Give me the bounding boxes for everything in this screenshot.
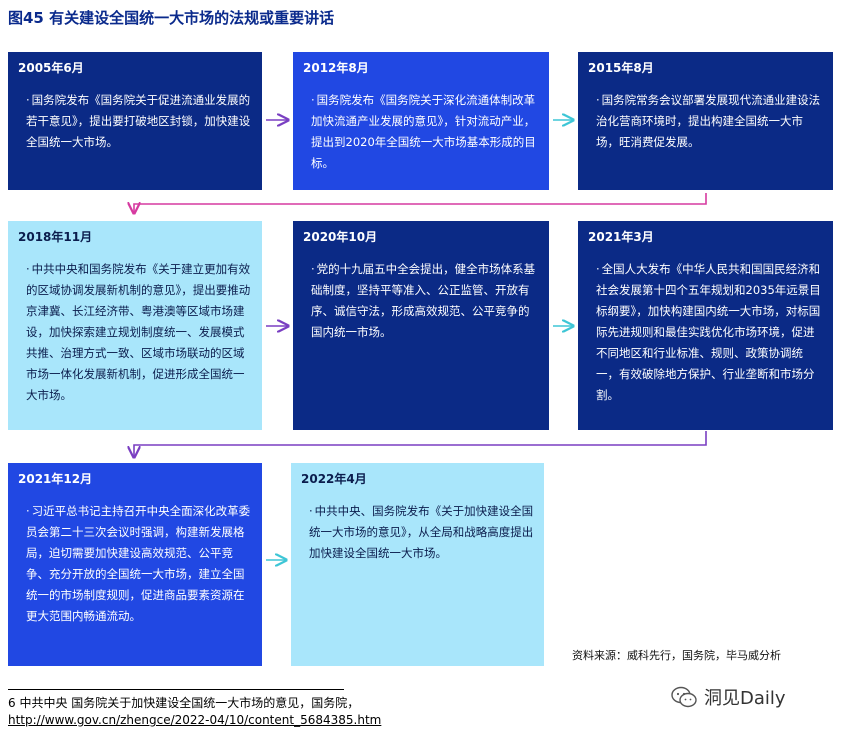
footnote-text: 6 中共中央 国务院关于加快建设全国统一大市场的意见，国务院，	[8, 696, 360, 710]
event-description: 中共中央和国务院发布《关于建立更加有效的区域协调发展新机制的意见》，提出要推动京…	[18, 259, 252, 406]
event-2021-03: 2021年3月 全国人大发布《中华人民共和国国民经济和社会发展第十四个五年规划和…	[578, 221, 833, 430]
event-2021-12: 2021年12月 习近平总书记主持召开中央全面深化改革委员会第二十三次会议时强调…	[8, 463, 262, 666]
event-date: 2021年12月	[18, 472, 93, 486]
watermark: 洞见Daily	[670, 684, 786, 710]
arrow-6-to-7	[134, 431, 707, 457]
event-date: 2005年6月	[18, 61, 84, 75]
event-date: 2012年8月	[303, 61, 369, 75]
footnote: 6 中共中央 国务院关于加快建设全国统一大市场的意见，国务院， http://w…	[8, 695, 468, 729]
event-2005-06: 2005年6月 国务院发布《国务院关于促进流通业发展的若干意见》，提出要打破地区…	[8, 52, 262, 190]
event-date: 2018年11月	[18, 230, 93, 244]
event-description: 国务院发布《国务院关于深化流通体制改革加快流通产业发展的意见》，针对流动产业，提…	[303, 90, 539, 174]
event-2018-11: 2018年11月 中共中央和国务院发布《关于建立更加有效的区域协调发展新机制的意…	[8, 221, 262, 430]
event-2012-08: 2012年8月 国务院发布《国务院关于深化流通体制改革加快流通产业发展的意见》，…	[293, 52, 549, 190]
event-2020-10: 2020年10月 党的十九届五中全会提出，健全市场体系基础制度，坚持平等准入、公…	[293, 221, 549, 430]
event-description: 习近平总书记主持召开中央全面深化改革委员会第二十三次会议时强调，构建新发展格局，…	[18, 501, 252, 627]
event-description: 中共中央、国务院发布《关于加快建设全国统一大市场的意见》，从全局和战略高度提出加…	[301, 501, 534, 564]
event-date: 2021年3月	[588, 230, 654, 244]
event-description: 国务院常务会议部署发展现代流通业建设法治化营商环境时，提出构建全国统一大市场，旺…	[588, 90, 823, 153]
event-2022-04: 2022年4月 中共中央、国务院发布《关于加快建设全国统一大市场的意见》，从全局…	[291, 463, 544, 666]
arrow-3-to-4	[134, 193, 707, 213]
event-date: 2015年8月	[588, 61, 654, 75]
event-description: 国务院发布《国务院关于促进流通业发展的若干意见》，提出要打破地区封锁，加快建设全…	[18, 90, 252, 153]
wechat-icon	[670, 685, 698, 709]
event-description: 全国人大发布《中华人民共和国国民经济和社会发展第十四个五年规划和2035年远景目…	[588, 259, 823, 406]
event-date: 2020年10月	[303, 230, 378, 244]
event-description: 党的十九届五中全会提出，健全市场体系基础制度，坚持平等准入、公正监管、开放有序、…	[303, 259, 539, 343]
event-2015-08: 2015年8月 国务院常务会议部署发展现代流通业建设法治化营商环境时，提出构建全…	[578, 52, 833, 190]
footnote-link[interactable]: http://www.gov.cn/zhengce/2022-04/10/con…	[8, 713, 381, 727]
source-note: 资料来源：威科先行，国务院，毕马威分析	[572, 649, 781, 662]
footnote-divider	[8, 689, 344, 690]
watermark-text: 洞见Daily	[704, 688, 786, 709]
event-date: 2022年4月	[301, 472, 367, 486]
